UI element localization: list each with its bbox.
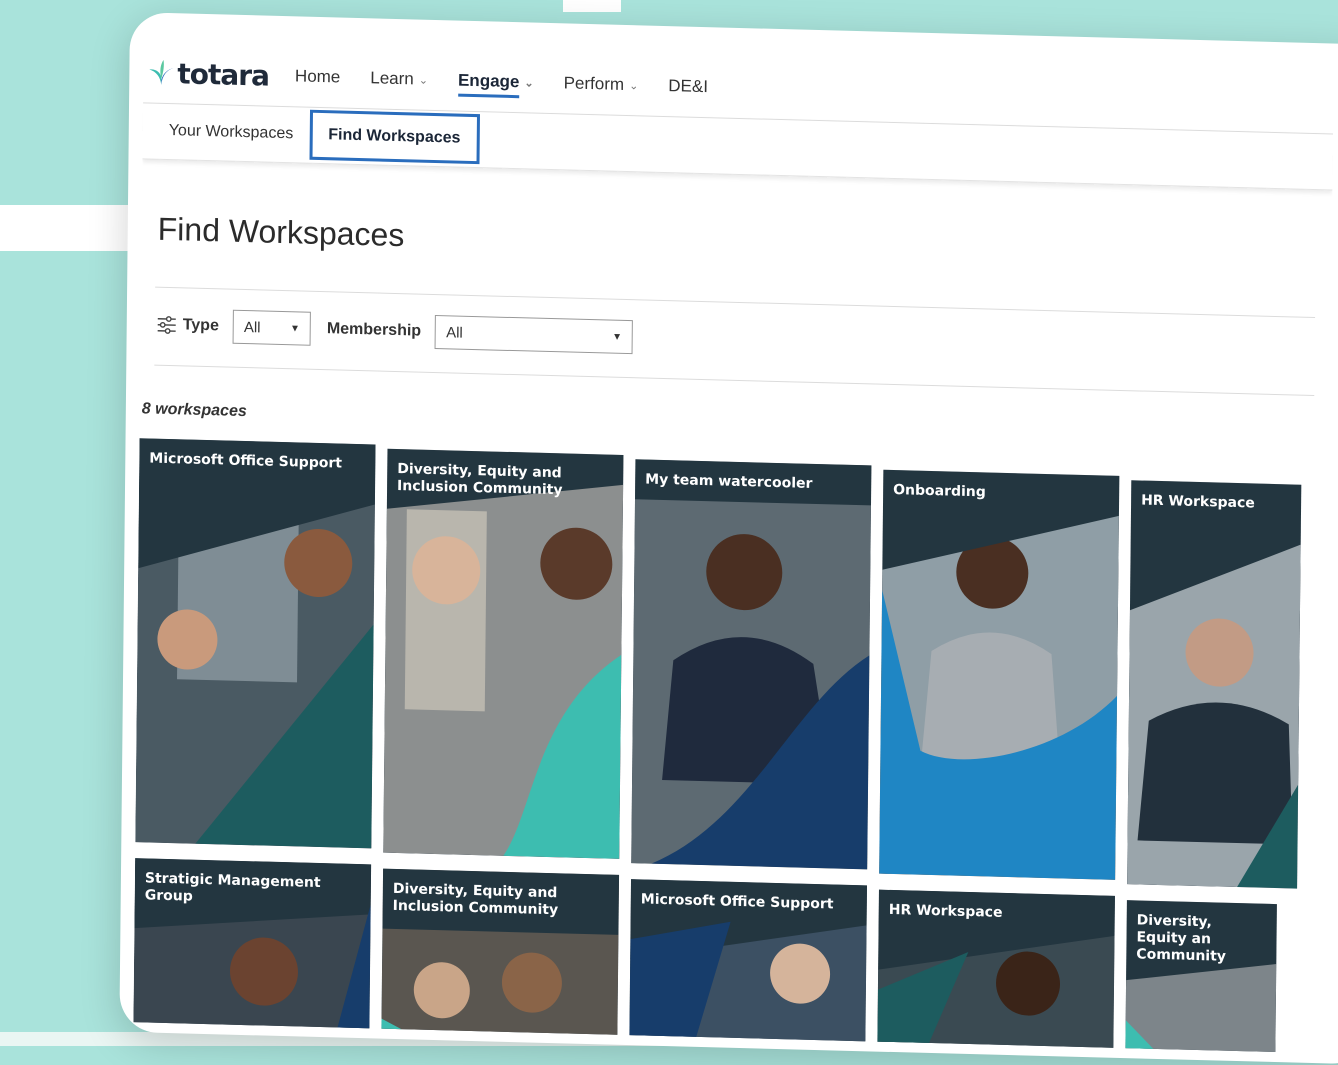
membership-select-value: All [446, 324, 463, 341]
tab-your-workspaces-label: Your Workspaces [169, 122, 294, 143]
totara-logo[interactable]: totara [147, 56, 269, 92]
tab-your-workspaces[interactable]: Your Workspaces [153, 106, 310, 160]
workspace-count: 8 workspaces [142, 400, 247, 421]
nav-perform[interactable]: Perform ⌄ [563, 53, 638, 115]
workspace-photo [879, 470, 1119, 880]
type-select-value: All [244, 319, 261, 336]
workspace-card[interactable]: HR Workspace [1127, 480, 1301, 888]
nav-engage[interactable]: Engage ⌄ [458, 51, 534, 113]
caret-down-icon: ▼ [612, 331, 622, 342]
chevron-down-icon: ⌄ [419, 73, 428, 86]
workspace-card-title: Stratigic Management Group [145, 870, 361, 910]
workspace-card-title: Diversity, Equity and Inclusion Communit… [397, 461, 613, 501]
membership-filter-label: Membership [327, 320, 421, 340]
workspace-card[interactable]: HR Workspace [877, 890, 1115, 1054]
nav-engage-label: Engage [458, 71, 520, 93]
tablet-frame: totara Home Learn ⌄ Engage ⌄ Perform ⌄ D… [119, 12, 1338, 1065]
chevron-down-icon: ⌄ [524, 76, 533, 89]
nav-home[interactable]: Home [295, 46, 341, 107]
divider [154, 365, 1314, 396]
workspace-photo [383, 449, 623, 859]
type-select[interactable]: All ▼ [233, 310, 311, 346]
workspace-photo [1127, 480, 1301, 888]
nav-home-label: Home [295, 66, 341, 87]
workspace-photo [631, 459, 871, 869]
workspace-card[interactable]: Microsoft Office Support [629, 879, 867, 1053]
workspace-card[interactable]: Diversity, Equity and Inclusion Communit… [383, 449, 623, 859]
chevron-down-icon: ⌄ [629, 79, 638, 92]
brand-name: totara [177, 57, 269, 92]
tab-find-workspaces[interactable]: Find Workspaces [309, 110, 480, 164]
membership-select[interactable]: All ▼ [435, 315, 633, 354]
workspace-card-grid: Microsoft Office Support Diversity, Equi… [140, 438, 1330, 469]
background-notch [563, 0, 621, 12]
nav-learn-label: Learn [370, 68, 414, 89]
filter-bar: Type All ▼ Membership All ▼ [157, 305, 650, 358]
nav-dei-label: DE&I [668, 76, 708, 97]
page-title: Find Workspaces [158, 211, 405, 254]
workspace-card[interactable]: My team watercooler [631, 459, 871, 869]
nav-dei[interactable]: DE&I [668, 56, 708, 117]
caret-down-icon: ▼ [290, 323, 300, 334]
workspace-card[interactable]: Microsoft Office Support [135, 438, 375, 848]
workspace-photo [135, 438, 375, 848]
leaf-logo-icon [147, 58, 175, 87]
nav-perform-label: Perform [564, 73, 625, 95]
workspace-card-title: Diversity, Equity an Community [1136, 912, 1267, 966]
nav-learn[interactable]: Learn ⌄ [370, 48, 428, 109]
workspace-card[interactable]: Onboarding [879, 470, 1119, 880]
workspace-card[interactable]: Diversity, Equity and Inclusion Communit… [381, 869, 619, 1054]
filter-sliders-icon [157, 315, 177, 336]
type-filter-label: Type [183, 316, 219, 335]
workspace-card[interactable]: Diversity, Equity an Community [1125, 900, 1277, 1053]
workspace-card[interactable]: Stratigic Management Group [133, 858, 371, 1044]
tab-find-workspaces-label: Find Workspaces [328, 126, 460, 147]
workspace-card-title: Diversity, Equity and Inclusion Communit… [393, 881, 609, 921]
app-screen: totara Home Learn ⌄ Engage ⌄ Perform ⌄ D… [133, 42, 1333, 1053]
